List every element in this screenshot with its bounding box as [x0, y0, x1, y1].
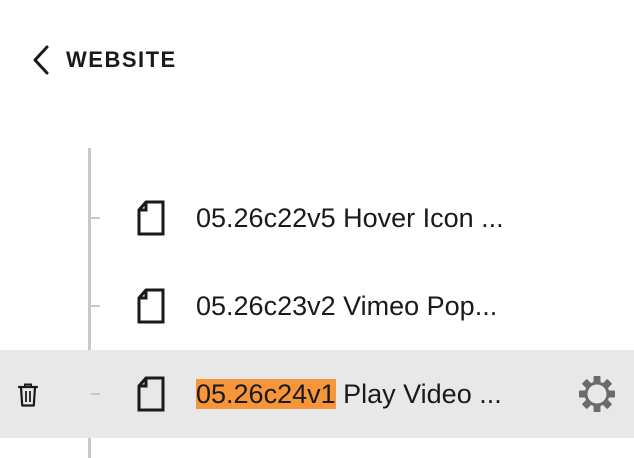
page-icon — [136, 288, 166, 324]
page-title: 05.26c22v5 Hover Icon ... — [196, 203, 504, 233]
gear-icon[interactable] — [578, 374, 616, 414]
back-to-website-button[interactable]: WEBSITE — [30, 40, 177, 80]
page-row-selected[interactable]: 05.26c24v1 Play Video ... — [0, 350, 634, 438]
tree-branch-tick — [91, 393, 100, 395]
page-icon — [136, 376, 166, 412]
page-title: 05.26c23v2 Vimeo Pop... — [196, 291, 498, 321]
tree-branch-tick — [91, 217, 100, 219]
page-title: 05.26c24v1 Play Video ... — [196, 350, 502, 438]
back-label: WEBSITE — [66, 47, 177, 72]
page-row[interactable]: 05.26c22v5 Hover Icon ... — [0, 174, 634, 262]
page-row[interactable]: 05.26c23v2 Vimeo Pop... — [0, 262, 634, 350]
trash-icon[interactable] — [16, 382, 40, 408]
chevron-left-icon — [30, 44, 52, 76]
tree-branch-tick — [91, 305, 100, 307]
search-match-highlight: 05.26c24v1 — [196, 379, 336, 409]
page-icon — [136, 200, 166, 236]
page-title-rest: Play Video ... — [335, 379, 502, 409]
